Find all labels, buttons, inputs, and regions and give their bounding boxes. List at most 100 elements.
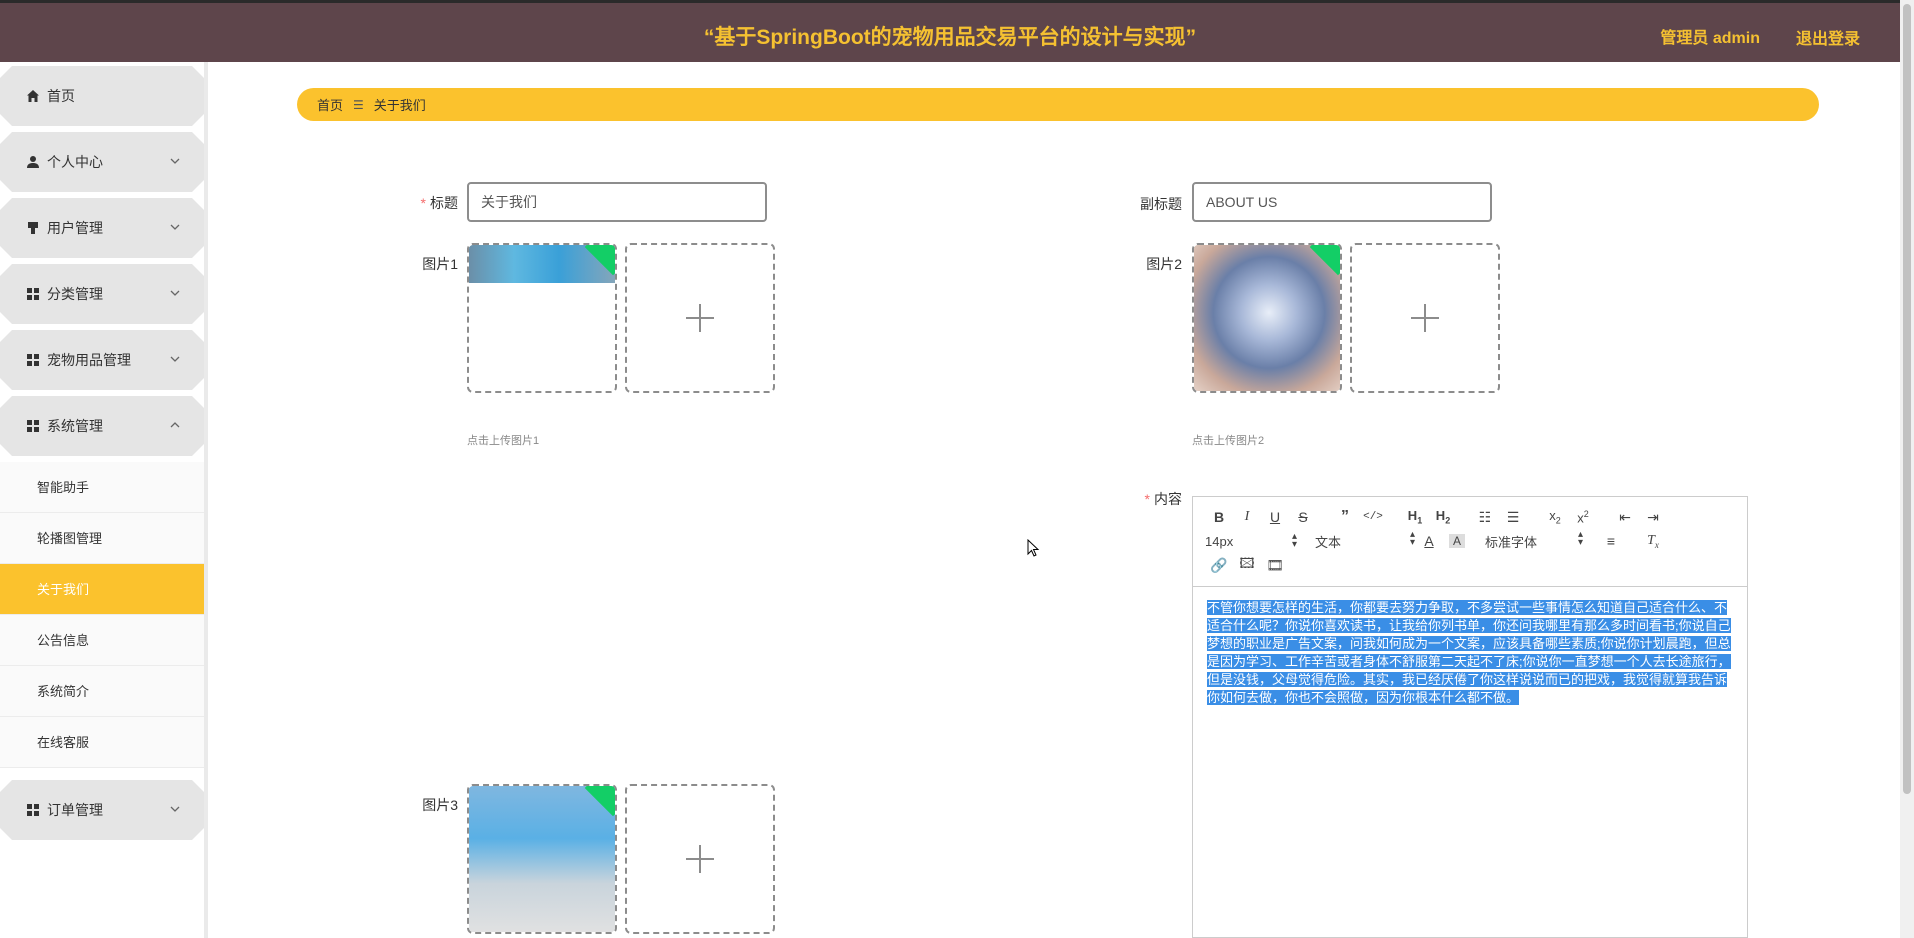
submenu-item-service[interactable]: 在线客服 <box>0 717 204 768</box>
select-arrow-icon: ▴ ▾ <box>1291 530 1297 550</box>
chevron-up-icon <box>168 418 182 432</box>
italic-icon[interactable]: I <box>1233 509 1261 525</box>
bold-icon[interactable]: B <box>1205 509 1233 525</box>
submenu-item-intro[interactable]: 系统简介 <box>0 666 204 717</box>
required-mark: * <box>420 195 426 211</box>
sidebar: 首页 个人中心 用户管理 分类管理 宠物用品管理 系统管理 智能助手 轮播图管理… <box>0 62 208 938</box>
sidebar-item-category[interactable]: 分类管理 <box>0 264 204 324</box>
submenu-item-about-us[interactable]: 关于我们 <box>0 564 204 615</box>
logout-button[interactable]: 退出登录 <box>1796 25 1860 49</box>
pic1-upload-button[interactable] <box>625 243 775 393</box>
pic3-label: 图片3 <box>422 797 458 813</box>
sidebar-item-label: 个人中心 <box>47 154 103 170</box>
font-color-icon[interactable]: A <box>1415 533 1443 549</box>
font-family-value: 标准字体 <box>1485 534 1538 550</box>
chevron-down-icon <box>168 352 182 366</box>
video-icon[interactable]: 🎞 <box>1261 557 1289 574</box>
sidebar-item-label: 分类管理 <box>47 286 103 302</box>
header: “基于SpringBoot的宠物用品交易平台的设计与实现” 管理员 admin … <box>0 0 1900 62</box>
pic2-upload-button[interactable] <box>1350 243 1500 393</box>
font-family-select[interactable]: 标准字体 ▴ ▾ <box>1485 528 1583 551</box>
required-mark: * <box>1144 491 1150 507</box>
app-title: “基于SpringBoot的宠物用品交易平台的设计与实现” <box>703 26 1197 49</box>
chevron-down-icon <box>168 802 182 816</box>
subtitle-label: 副标题 <box>1140 196 1182 212</box>
strike-icon[interactable]: S <box>1289 509 1317 525</box>
grid-icon <box>25 418 41 434</box>
pic2-label: 图片2 <box>1146 256 1182 272</box>
link-icon[interactable]: 🔗 <box>1205 557 1233 574</box>
text-type-value: 文本 <box>1315 534 1342 550</box>
submenu-item-carousel[interactable]: 轮播图管理 <box>0 513 204 564</box>
outdent-icon[interactable]: ⇤ <box>1611 509 1639 526</box>
page-scrollbar[interactable] <box>1900 0 1914 938</box>
plus-icon <box>686 845 714 873</box>
content-label: * 内容 <box>1130 489 1182 509</box>
background-color-icon[interactable]: A <box>1449 534 1465 548</box>
editor-selected-text: 不管你想要怎样的生活，你都要去努力争取，不多尝试一些事情怎么知道自己适合什么、不… <box>1207 600 1731 705</box>
subtitle-input[interactable] <box>1192 182 1492 222</box>
app: “基于SpringBoot的宠物用品交易平台的设计与实现” 管理员 admin … <box>0 0 1914 938</box>
sidebar-item-label: 首页 <box>47 88 75 104</box>
sidebar-item-label: 宠物用品管理 <box>47 352 131 368</box>
font-size-select[interactable]: 14px ▴ ▾ <box>1205 530 1297 550</box>
indent-icon[interactable]: ⇥ <box>1639 509 1667 526</box>
sidebar-item-home[interactable]: 首页 <box>0 66 204 126</box>
chevron-down-icon <box>168 220 182 234</box>
select-arrow-icon: ▴ ▾ <box>1409 528 1415 548</box>
title-label: * 标题 <box>410 193 458 213</box>
plus-icon <box>1411 304 1439 332</box>
pic2-image <box>1194 245 1340 391</box>
editor-content[interactable]: 不管你想要怎样的生活，你都要去努力争取，不多尝试一些事情怎么知道自己适合什么、不… <box>1193 587 1747 719</box>
breadcrumb-home[interactable]: 首页 <box>317 95 343 114</box>
chevron-down-icon <box>168 286 182 300</box>
mouse-cursor-icon <box>1027 539 1040 557</box>
system-submenu: 智能助手 轮播图管理 关于我们 公告信息 系统简介 在线客服 <box>0 462 204 768</box>
ordered-list-icon[interactable]: ☷ <box>1471 509 1499 526</box>
align-icon[interactable]: ≡ <box>1597 533 1625 549</box>
sidebar-item-system[interactable]: 系统管理 <box>0 396 204 456</box>
blockquote-icon[interactable]: ” <box>1331 508 1359 526</box>
content-label-text: 内容 <box>1154 491 1182 507</box>
home-icon <box>25 88 41 104</box>
pic2-thumbnail[interactable] <box>1192 243 1342 393</box>
user-icon <box>25 154 41 170</box>
breadcrumb: 首页 ☰ 关于我们 <box>297 88 1819 121</box>
sidebar-item-label: 系统管理 <box>47 418 103 434</box>
submenu-item-assistant[interactable]: 智能助手 <box>0 462 204 513</box>
submenu-item-notice[interactable]: 公告信息 <box>0 615 204 666</box>
select-arrow-icon: ▴ ▾ <box>1577 528 1583 548</box>
pic3-thumbnail[interactable] <box>467 784 617 934</box>
superscript-icon[interactable]: x2 <box>1569 509 1597 525</box>
font-size-value: 14px <box>1205 533 1234 549</box>
text-type-select[interactable]: 文本 ▴ ▾ <box>1315 528 1415 551</box>
heading1-icon[interactable]: H1 <box>1401 508 1429 526</box>
subscript-icon[interactable]: x2 <box>1541 508 1569 526</box>
title-input[interactable] <box>467 182 767 222</box>
pic1-thumbnail[interactable] <box>467 243 617 393</box>
pic3-image <box>469 786 615 932</box>
bullet-list-icon[interactable]: ☰ <box>1499 509 1527 526</box>
admin-user-label: 管理员 admin <box>1660 30 1760 47</box>
scrollbar-thumb[interactable] <box>1903 4 1911 794</box>
pic1-hint: 点击上传图片1 <box>467 435 540 447</box>
grid-icon <box>25 286 41 302</box>
pic1-label: 图片1 <box>422 256 458 272</box>
sidebar-item-orders[interactable]: 订单管理 <box>0 780 204 840</box>
sidebar-item-label: 订单管理 <box>47 802 103 818</box>
pic3-upload-button[interactable] <box>625 784 775 934</box>
sidebar-item-users[interactable]: 用户管理 <box>0 198 204 258</box>
heading2-icon[interactable]: H2 <box>1429 508 1457 526</box>
code-block-icon[interactable]: </> <box>1359 511 1387 523</box>
underline-icon[interactable]: U <box>1261 509 1289 525</box>
rich-text-editor: B I U S ” </> H1 H2 ☷ ☰ x2 x2 ⇤ ⇥ 14px ▴… <box>1192 496 1748 938</box>
grid-icon <box>25 352 41 368</box>
sidebar-item-personal[interactable]: 个人中心 <box>0 132 204 192</box>
pic2-hint: 点击上传图片2 <box>1192 435 1265 447</box>
title-label-text: 标题 <box>430 195 458 211</box>
sidebar-item-pet-supplies[interactable]: 宠物用品管理 <box>0 330 204 390</box>
image-icon[interactable]: 🖾 <box>1233 553 1261 577</box>
breadcrumb-separator-icon: ☰ <box>353 97 364 112</box>
clear-format-icon[interactable]: Tx <box>1639 533 1667 550</box>
plus-icon <box>686 304 714 332</box>
